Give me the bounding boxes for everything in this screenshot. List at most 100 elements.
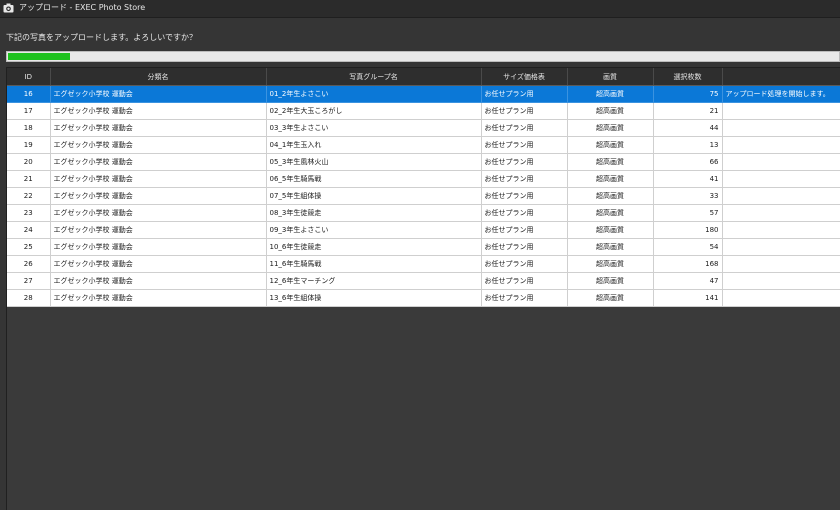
cell-group-name: 01_2年生よさこい — [266, 85, 482, 103]
cell-quality: 超高画質 — [567, 255, 654, 273]
cell-quality: 超高画質 — [567, 85, 654, 103]
cell-category: エグゼック小学校 運動会 — [50, 255, 267, 273]
cell-id: 16 — [7, 85, 51, 103]
cell-status — [722, 255, 840, 273]
cell-group-name: 06_5年生騎馬戦 — [266, 170, 482, 188]
cell-price-table: お任せプラン用 — [481, 136, 568, 154]
cell-price-table: お任せプラン用 — [481, 119, 568, 137]
confirm-message: 下記の写真をアップロードします。よろしいですか？ — [6, 33, 197, 42]
title-bar: アップロード - EXEC Photo Store — [0, 0, 840, 18]
cell-selected-count: 66 — [653, 153, 723, 171]
cell-id: 20 — [7, 153, 51, 171]
cell-group-name: 12_6年生マーチング — [266, 272, 482, 290]
cell-group-name: 05_3年生風林火山 — [266, 153, 482, 171]
cell-id: 25 — [7, 238, 51, 256]
cell-category: エグゼック小学校 運動会 — [50, 153, 267, 171]
cell-price-table: お任せプラン用 — [481, 238, 568, 256]
cell-group-name: 03_3年生よさこい — [266, 119, 482, 137]
upload-progress-fill — [8, 53, 70, 60]
cell-status — [722, 289, 840, 307]
cell-selected-count: 44 — [653, 119, 723, 137]
cell-status — [722, 136, 840, 154]
cell-id: 23 — [7, 204, 51, 222]
table-row[interactable]: 26 エグゼック小学校 運動会 11_6年生騎馬戦 お任せプラン用 超高画質 168 — [7, 255, 840, 273]
cell-category: エグゼック小学校 運動会 — [50, 136, 267, 154]
cell-category: エグゼック小学校 運動会 — [50, 204, 267, 222]
upload-list-grid[interactable]: ID 分類名 写真グループ名 サイズ価格表 画質 選択枚数 16 エグゼック小学校… — [6, 67, 840, 510]
cell-quality: 超高画質 — [567, 153, 654, 171]
cell-quality: 超高画質 — [567, 221, 654, 239]
cell-group-name: 13_6年生組体操 — [266, 289, 482, 307]
cell-quality: 超高画質 — [567, 136, 654, 154]
cell-price-table: お任せプラン用 — [481, 85, 568, 103]
cell-category: エグゼック小学校 運動会 — [50, 119, 267, 137]
cell-id: 17 — [7, 102, 51, 120]
cell-price-table: お任せプラン用 — [481, 204, 568, 222]
cell-selected-count: 47 — [653, 272, 723, 290]
cell-id: 18 — [7, 119, 51, 137]
cell-status — [722, 204, 840, 222]
cell-group-name: 10_6年生徒競走 — [266, 238, 482, 256]
table-row[interactable]: 28 エグゼック小学校 運動会 13_6年生組体操 お任せプラン用 超高画質 141 — [7, 289, 840, 307]
cell-selected-count: 141 — [653, 289, 723, 307]
table-row[interactable]: 21 エグゼック小学校 運動会 06_5年生騎馬戦 お任せプラン用 超高画質 41 — [7, 170, 840, 188]
cell-id: 24 — [7, 221, 51, 239]
cell-group-name: 04_1年生玉入れ — [266, 136, 482, 154]
cell-price-table: お任せプラン用 — [481, 102, 568, 120]
upload-table: ID 分類名 写真グループ名 サイズ価格表 画質 選択枚数 16 エグゼック小学校… — [7, 68, 840, 307]
cell-category: エグゼック小学校 運動会 — [50, 238, 267, 256]
column-header-group[interactable]: 写真グループ名 — [266, 68, 482, 86]
table-row[interactable]: 17 エグゼック小学校 運動会 02_2年生大玉ころがし お任せプラン用 超高画質 21 — [7, 102, 840, 120]
table-header-row: ID 分類名 写真グループ名 サイズ価格表 画質 選択枚数 — [7, 68, 840, 86]
upload-window: アップロード - EXEC Photo Store 下記の写真をアップロードしま… — [0, 0, 840, 510]
cell-quality: 超高画質 — [567, 170, 654, 188]
cell-price-table: お任せプラン用 — [481, 221, 568, 239]
cell-id: 28 — [7, 289, 51, 307]
cell-status — [722, 170, 840, 188]
cell-quality: 超高画質 — [567, 204, 654, 222]
cell-id: 27 — [7, 272, 51, 290]
table-row[interactable]: 24 エグゼック小学校 運動会 09_3年生よさこい お任せプラン用 超高画質 180 — [7, 221, 840, 239]
column-header-quality[interactable]: 画質 — [567, 68, 654, 86]
cell-quality: 超高画質 — [567, 289, 654, 307]
table-row[interactable]: 23 エグゼック小学校 運動会 08_3年生徒競走 お任せプラン用 超高画質 57 — [7, 204, 840, 222]
camera-icon — [3, 3, 14, 13]
cell-price-table: お任せプラン用 — [481, 170, 568, 188]
window-title: アップロード - EXEC Photo Store — [19, 3, 146, 12]
cell-selected-count: 180 — [653, 221, 723, 239]
cell-category: エグゼック小学校 運動会 — [50, 170, 267, 188]
table-row[interactable]: 16 エグゼック小学校 運動会 01_2年生よさこい お任せプラン用 超高画質 75 アップ… — [7, 85, 840, 103]
cell-category: エグゼック小学校 運動会 — [50, 272, 267, 290]
table-row[interactable]: 22 エグゼック小学校 運動会 07_5年生組体操 お任せプラン用 超高画質 33 — [7, 187, 840, 205]
column-header-id[interactable]: ID — [7, 68, 51, 86]
cell-selected-count: 75 — [653, 85, 723, 103]
cell-status — [722, 187, 840, 205]
column-header-status[interactable] — [722, 68, 840, 86]
table-row[interactable]: 19 エグゼック小学校 運動会 04_1年生玉入れ お任せプラン用 超高画質 13 — [7, 136, 840, 154]
column-header-price-table[interactable]: サイズ価格表 — [481, 68, 568, 86]
table-row[interactable]: 27 エグゼック小学校 運動会 12_6年生マーチング お任せプラン用 超高画質 47 — [7, 272, 840, 290]
table-row[interactable]: 18 エグゼック小学校 運動会 03_3年生よさこい お任せプラン用 超高画質 44 — [7, 119, 840, 137]
cell-price-table: お任せプラン用 — [481, 289, 568, 307]
cell-status — [722, 272, 840, 290]
cell-id: 21 — [7, 170, 51, 188]
cell-status — [722, 153, 840, 171]
cell-status — [722, 238, 840, 256]
column-header-category[interactable]: 分類名 — [50, 68, 267, 86]
cell-group-name: 08_3年生徒競走 — [266, 204, 482, 222]
cell-group-name: 11_6年生騎馬戦 — [266, 255, 482, 273]
cell-selected-count: 13 — [653, 136, 723, 154]
cell-price-table: お任せプラン用 — [481, 187, 568, 205]
column-header-count[interactable]: 選択枚数 — [653, 68, 723, 86]
cell-category: エグゼック小学校 運動会 — [50, 102, 267, 120]
cell-category: エグゼック小学校 運動会 — [50, 187, 267, 205]
cell-id: 26 — [7, 255, 51, 273]
cell-quality: 超高画質 — [567, 119, 654, 137]
table-row[interactable]: 25 エグゼック小学校 運動会 10_6年生徒競走 お任せプラン用 超高画質 54 — [7, 238, 840, 256]
table-row[interactable]: 20 エグゼック小学校 運動会 05_3年生風林火山 お任せプラン用 超高画質 66 — [7, 153, 840, 171]
cell-selected-count: 168 — [653, 255, 723, 273]
cell-price-table: お任せプラン用 — [481, 255, 568, 273]
cell-selected-count: 41 — [653, 170, 723, 188]
cell-quality: 超高画質 — [567, 238, 654, 256]
cell-group-name: 07_5年生組体操 — [266, 187, 482, 205]
